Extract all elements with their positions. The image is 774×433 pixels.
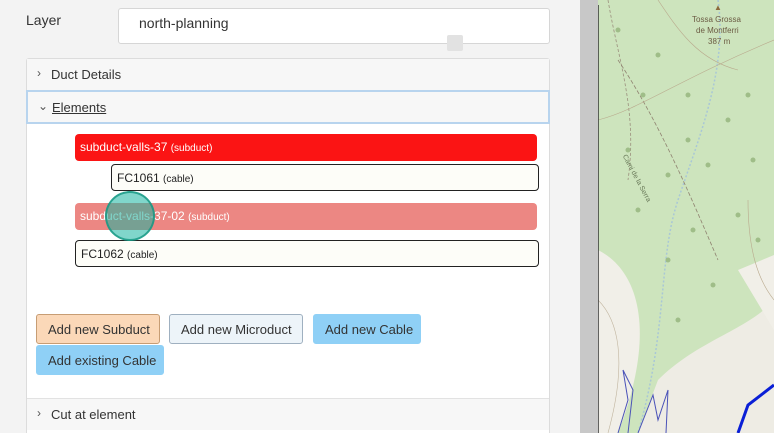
cut-at-element-label: Cut at element — [51, 407, 136, 422]
element-row[interactable]: subduct-valls-37-02 (subduct) — [75, 203, 537, 230]
chevron-down-icon: ⌄ — [38, 99, 49, 113]
add-subduct-button[interactable]: Add new Subduct — [36, 314, 160, 344]
cut-at-element-header[interactable]: › Cut at element — [27, 398, 549, 430]
scroll-marker — [447, 35, 463, 51]
element-row[interactable]: subduct-valls-37 (subduct) — [75, 134, 537, 161]
add-microduct-button[interactable]: Add new Microduct — [169, 314, 303, 344]
map-peak-name: Tossa Grossa — [692, 15, 741, 24]
element-row[interactable]: FC1061 (cable) — [111, 164, 539, 191]
duct-details-label: Duct Details — [51, 67, 122, 82]
duct-details-header[interactable]: › Duct Details — [27, 59, 549, 91]
element-row[interactable]: FC1062 (cable) — [75, 240, 539, 267]
map-canvas — [598, 0, 774, 433]
layer-field[interactable]: north-planning — [118, 8, 550, 44]
side-panel: Layer north-planning › Duct Details ⌄ El… — [0, 0, 580, 433]
element-name: subduct-valls-37-02 — [80, 209, 185, 223]
element-type: (cable) — [127, 250, 158, 261]
element-type: (cable) — [163, 174, 194, 185]
elements-label: Elements — [52, 100, 107, 115]
add-existing-cable-button[interactable]: Add existing Cable — [36, 345, 164, 375]
peak-icon: ▲ — [714, 3, 722, 12]
map-peak-elevation: 387 m — [708, 37, 731, 46]
element-type: (subduct) — [188, 212, 230, 223]
properties-accordion: › Duct Details ⌄ Elements subduct-valls-… — [26, 58, 550, 433]
element-name: FC1061 — [117, 171, 160, 185]
element-name: subduct-valls-37 — [80, 140, 168, 154]
element-type: (subduct) — [170, 143, 213, 154]
chevron-right-icon: › — [37, 406, 41, 420]
map-peak-name-2: de Montferri — [696, 26, 739, 35]
chevron-right-icon: › — [37, 66, 41, 80]
element-name: FC1062 — [81, 247, 124, 261]
add-cable-button[interactable]: Add new Cable — [313, 314, 421, 344]
elements-header[interactable]: ⌄ Elements — [26, 90, 550, 124]
map-view[interactable]: ▲ Tossa Grossa de Montferri 387 m Cami d… — [598, 0, 774, 433]
panel-resize-handle[interactable] — [580, 0, 598, 433]
layer-label: Layer — [26, 12, 62, 28]
